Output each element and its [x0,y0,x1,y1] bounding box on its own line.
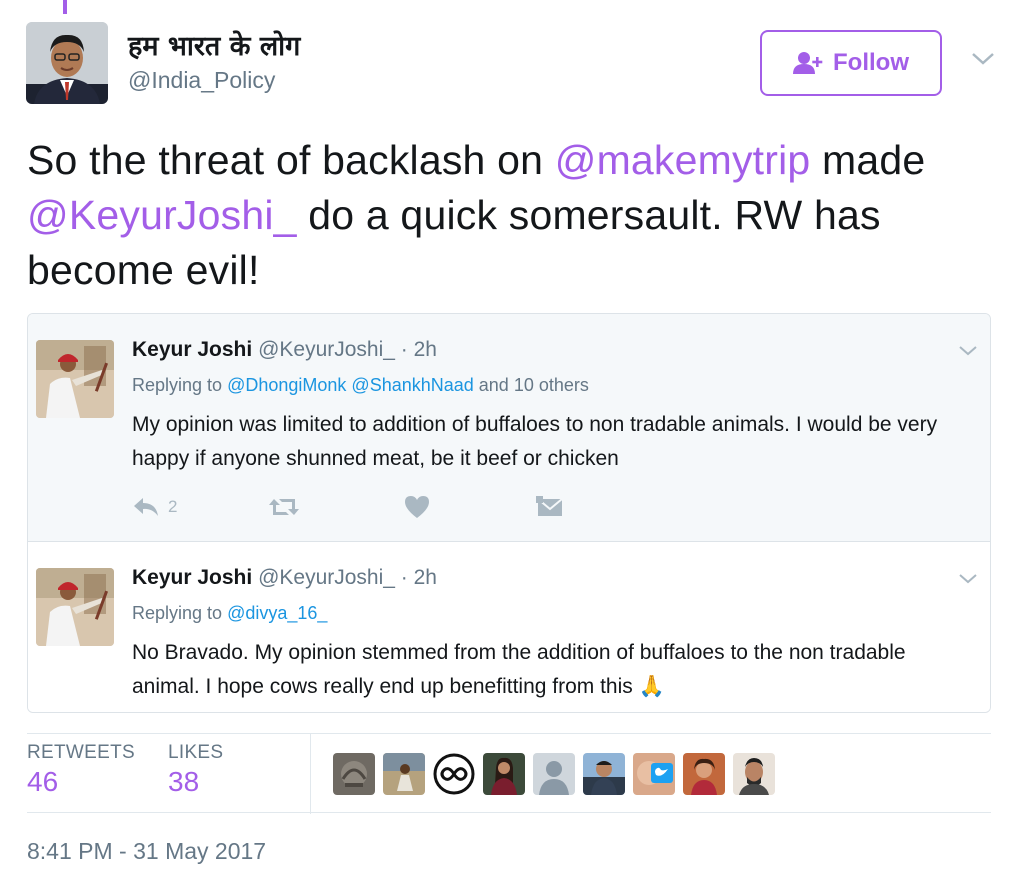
avatar[interactable] [36,340,114,418]
retweet-icon [269,499,299,515]
retweets-label: RETWEETS [27,742,135,763]
top-accent-line [63,0,67,14]
reply-link-divya[interactable]: @divya_16_ [227,603,327,623]
liker-avatar[interactable] [383,753,425,795]
retweets-count: 46 [27,766,59,797]
quoted-author-name[interactable]: Keyur Joshi [132,338,252,361]
direct-message-action[interactable] [536,492,564,522]
avatar[interactable] [36,568,114,646]
tweet-text-part: So the threat of backlash on [27,137,555,183]
replying-to: Replying to @divya_16_ [132,603,327,624]
quoted-header: Keyur Joshi @KeyurJoshi_ · 2h [132,566,437,590]
quoted-tweet-1[interactable]: Keyur Joshi @KeyurJoshi_ · 2h Replying t… [28,314,990,542]
replying-suffix[interactable]: and 10 others [474,375,589,395]
liker-avatar[interactable] [683,753,725,795]
liker-avatars [333,753,775,795]
likes-stat[interactable]: LIKES 38 [168,742,223,798]
quoted-author-name[interactable]: Keyur Joshi [132,566,252,589]
chevron-down-icon[interactable] [958,572,978,586]
reply-action[interactable]: 2 [132,492,177,522]
quoted-tweet-2[interactable]: Keyur Joshi @KeyurJoshi_ · 2h Replying t… [28,542,990,712]
tweet-text: So the threat of backlash on @makemytrip… [27,133,987,298]
replying-prefix: Replying to [132,375,228,395]
reply-count: 2 [168,497,178,516]
display-name[interactable]: हम भारत के लोग [128,26,300,63]
mention-keyurjoshi[interactable]: @KeyurJoshi_ [27,192,297,238]
chevron-down-icon[interactable] [958,344,978,358]
reply-link-dhongimonk[interactable]: @DhongiMonk [227,375,346,395]
replying-prefix: Replying to [132,603,228,623]
liker-avatar[interactable] [633,753,675,795]
quoted-actions: 2 [132,492,592,522]
tweet-timestamp[interactable]: 8:41 PM - 31 May 2017 [27,838,266,865]
liker-avatar[interactable] [583,753,625,795]
follow-label: Follow [833,49,909,76]
user-handle[interactable]: @India_Policy [128,67,275,94]
quoted-author-handle[interactable]: @KeyurJoshi_ [258,566,395,589]
quoted-text: My opinion was limited to addition of bu… [132,413,938,470]
retweet-action[interactable] [268,492,300,522]
liker-avatar[interactable] [733,753,775,795]
follow-button[interactable]: Follow [760,30,942,96]
likes-count: 38 [168,766,200,797]
avatar[interactable] [26,22,108,104]
quoted-header: Keyur Joshi @KeyurJoshi_ · 2h [132,338,437,362]
reply-link-shankhnaad[interactable]: @ShankhNaad [351,375,473,395]
like-action[interactable] [404,492,430,522]
liker-avatar[interactable] [533,753,575,795]
follow-user-icon [793,52,823,74]
quoted-tweets: Keyur Joshi @KeyurJoshi_ · 2h Replying t… [27,313,991,713]
mention-makemytrip[interactable]: @makemytrip [555,137,811,183]
quoted-text: No Bravado. My opinion stemmed from the … [132,641,906,698]
reply-icon [134,498,158,516]
tweet-header: हम भारत के लोग @India_Policy Follow [26,22,996,106]
replying-to: Replying to @DhongiMonk @ShankhNaad and … [132,375,589,396]
likes-label: LIKES [168,742,224,763]
stats-divider [310,734,311,814]
retweets-stat[interactable]: RETWEETS 46 [27,742,135,798]
liker-avatar[interactable] [333,753,375,795]
tweet-stats: RETWEETS 46 LIKES 38 [27,733,991,814]
liker-avatar[interactable] [483,753,525,795]
chevron-down-icon[interactable] [970,50,996,68]
heart-icon [405,496,429,518]
tweet-text-part: made [810,137,926,183]
quoted-time[interactable]: · 2h [401,338,437,361]
quoted-time[interactable]: · 2h [401,566,437,589]
quoted-author-handle[interactable]: @KeyurJoshi_ [258,338,395,361]
envelope-icon [536,496,563,516]
liker-avatar[interactable] [433,753,475,795]
